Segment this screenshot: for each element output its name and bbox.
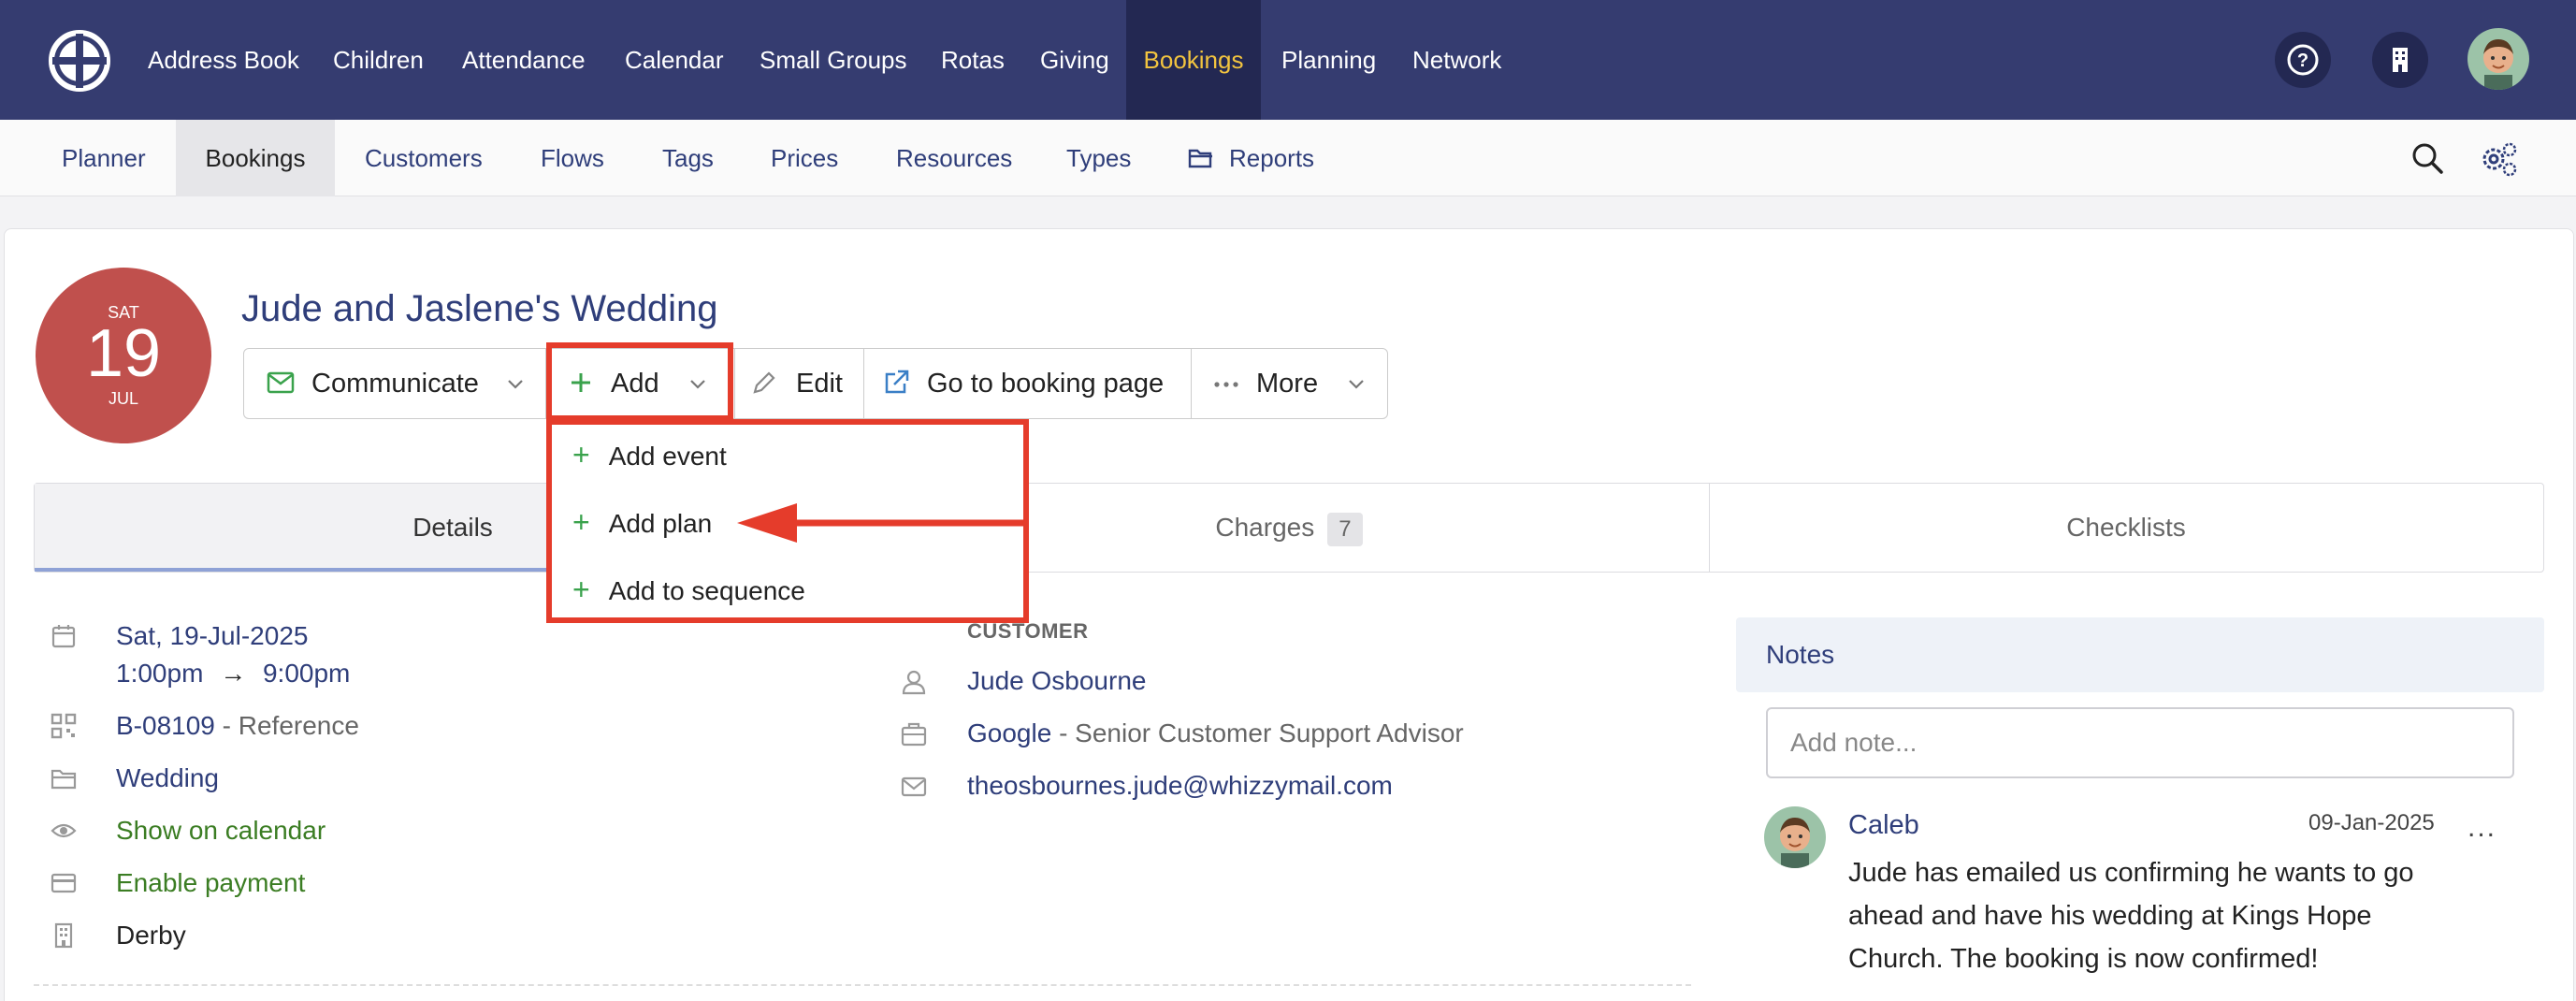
help-icon: ?	[2287, 44, 2319, 76]
user-icon	[902, 670, 926, 695]
tab-charges-label: Charges	[1215, 513, 1315, 542]
pencil-icon	[753, 371, 775, 394]
ellipsis-icon	[1214, 382, 1238, 387]
building-icon	[2393, 48, 2408, 72]
subnav-flows[interactable]: Flows	[541, 120, 604, 196]
subnav-bookings[interactable]: Bookings	[176, 120, 335, 196]
search-icon[interactable]	[2410, 140, 2445, 176]
subnav-prices[interactable]: Prices	[771, 120, 838, 196]
subnav-tags[interactable]: Tags	[662, 120, 714, 196]
edit-button[interactable]: Edit	[751, 349, 843, 418]
envelope-icon	[267, 372, 295, 394]
time-end: 9:00pm	[262, 659, 351, 688]
envelope-icon	[901, 776, 927, 797]
note-author-avatar	[1764, 806, 1826, 868]
top-navigation-bar: Address Book Children Attendance Calenda…	[0, 0, 2576, 120]
briefcase-icon	[901, 722, 927, 747]
go-to-booking-label: Go to booking page	[927, 369, 1165, 399]
date-month: JUL	[108, 389, 138, 408]
time-start: 1:00pm	[116, 659, 204, 688]
reference-label: - Reference	[214, 711, 359, 740]
booking-tabs: Details Charges 7 Checklists	[34, 483, 2544, 573]
arrow-right-icon: →	[220, 659, 247, 688]
edit-label: Edit	[796, 369, 843, 399]
menu-item-add-event[interactable]: + Add event	[572, 438, 727, 472]
nav-giving[interactable]: Giving	[1040, 0, 1109, 120]
eye-icon	[51, 823, 77, 838]
help-button[interactable]: ?	[2275, 32, 2331, 88]
booking-reference: B-08109 - Reference	[116, 711, 359, 741]
qr-code-icon	[51, 713, 77, 739]
nav-bookings[interactable]: Bookings	[1126, 0, 1261, 120]
subnav-types[interactable]: Types	[1066, 120, 1131, 196]
chevron-down-icon	[1349, 380, 1364, 389]
note-text: Jude has emailed us confirming he wants …	[1848, 858, 2414, 974]
notes-title: Notes	[1766, 640, 1835, 669]
customer-name[interactable]: Jude Osbourne	[967, 666, 1146, 696]
notes-header: Notes	[1736, 617, 2544, 692]
subnav-customers[interactable]: Customers	[365, 120, 483, 196]
note-date: 09-Jan-2025	[2308, 810, 2435, 835]
customer-company[interactable]: Google	[967, 718, 1051, 747]
app-logo-icon[interactable]	[49, 30, 110, 92]
note-author[interactable]: Caleb	[1848, 810, 1919, 841]
booking-date[interactable]: Sat, 19-Jul-2025	[116, 621, 308, 651]
nav-attendance[interactable]: Attendance	[462, 0, 586, 120]
sub-navigation-bar: Planner Bookings Customers Flows Tags Pr…	[0, 120, 2576, 196]
booking-date-badge: SAT 19 JUL	[36, 268, 211, 443]
nav-children[interactable]: Children	[333, 0, 424, 120]
plus-icon: +	[572, 505, 590, 539]
menu-item-add-plan[interactable]: + Add plan	[572, 505, 712, 540]
calendar-icon	[51, 625, 76, 648]
more-button[interactable]: More	[1213, 349, 1365, 418]
subnav-reports[interactable]: Reports	[1229, 120, 1314, 196]
user-avatar[interactable]	[2467, 28, 2529, 90]
action-button-bar: Communicate Add Edit Go to booking page …	[243, 348, 1388, 419]
booking-title: Jude and Jaslene's Wedding	[241, 288, 718, 329]
communicate-button[interactable]: Communicate	[267, 349, 524, 418]
customer-organisation: Google - Senior Customer Support Advisor	[967, 718, 1464, 748]
nav-rotas[interactable]: Rotas	[941, 0, 1005, 120]
settings-icon[interactable]	[2479, 138, 2520, 180]
communicate-label: Communicate	[311, 369, 479, 399]
customer-heading: CUSTOMER	[967, 619, 1089, 643]
customer-email[interactable]: theosbournes.jude@whizzymail.com	[967, 771, 1393, 801]
nav-planning[interactable]: Planning	[1281, 0, 1376, 120]
folder-icon	[51, 769, 77, 790]
nav-small-groups[interactable]: Small Groups	[760, 0, 907, 120]
menu-item-add-to-sequence[interactable]: + Add to sequence	[572, 573, 805, 607]
date-day-number: 19	[85, 316, 162, 391]
subnav-resources[interactable]: Resources	[896, 120, 1012, 196]
nav-network[interactable]: Network	[1412, 0, 1501, 120]
booking-site: Derby	[116, 921, 186, 950]
add-note-input[interactable]	[1766, 707, 2514, 778]
folder-icon	[1188, 149, 1212, 168]
chevron-down-icon	[508, 380, 523, 389]
go-to-booking-page-button[interactable]: Go to booking page	[882, 349, 1164, 418]
external-link-icon	[885, 370, 909, 394]
charges-count-badge: 7	[1327, 512, 1363, 546]
building-icon	[54, 922, 73, 949]
credit-card-icon	[51, 873, 77, 893]
customer-role: - Senior Customer Support Advisor	[1051, 718, 1464, 747]
show-on-calendar-toggle[interactable]: Show on calendar	[116, 816, 326, 846]
svg-text:?: ?	[2297, 51, 2308, 71]
subnav-planner[interactable]: Planner	[62, 120, 146, 196]
note-more-menu[interactable]: ...	[2467, 812, 2496, 844]
nav-calendar[interactable]: Calendar	[625, 0, 724, 120]
annotation-arrow-icon	[737, 503, 1029, 543]
organisation-button[interactable]	[2372, 32, 2428, 88]
section-divider	[34, 984, 1691, 986]
plus-icon: +	[572, 438, 590, 471]
reference-code[interactable]: B-08109	[116, 711, 215, 740]
tab-checklists[interactable]: Checklists	[1709, 484, 2543, 572]
booking-type[interactable]: Wedding	[116, 763, 219, 793]
add-button-highlight	[546, 342, 733, 421]
nav-address-book[interactable]: Address Book	[148, 0, 299, 120]
plus-icon: +	[572, 573, 590, 606]
more-label: More	[1256, 369, 1319, 399]
enable-payment-toggle[interactable]: Enable payment	[116, 868, 305, 898]
booking-time-range[interactable]: 1:00pm → 9:00pm	[116, 659, 350, 689]
